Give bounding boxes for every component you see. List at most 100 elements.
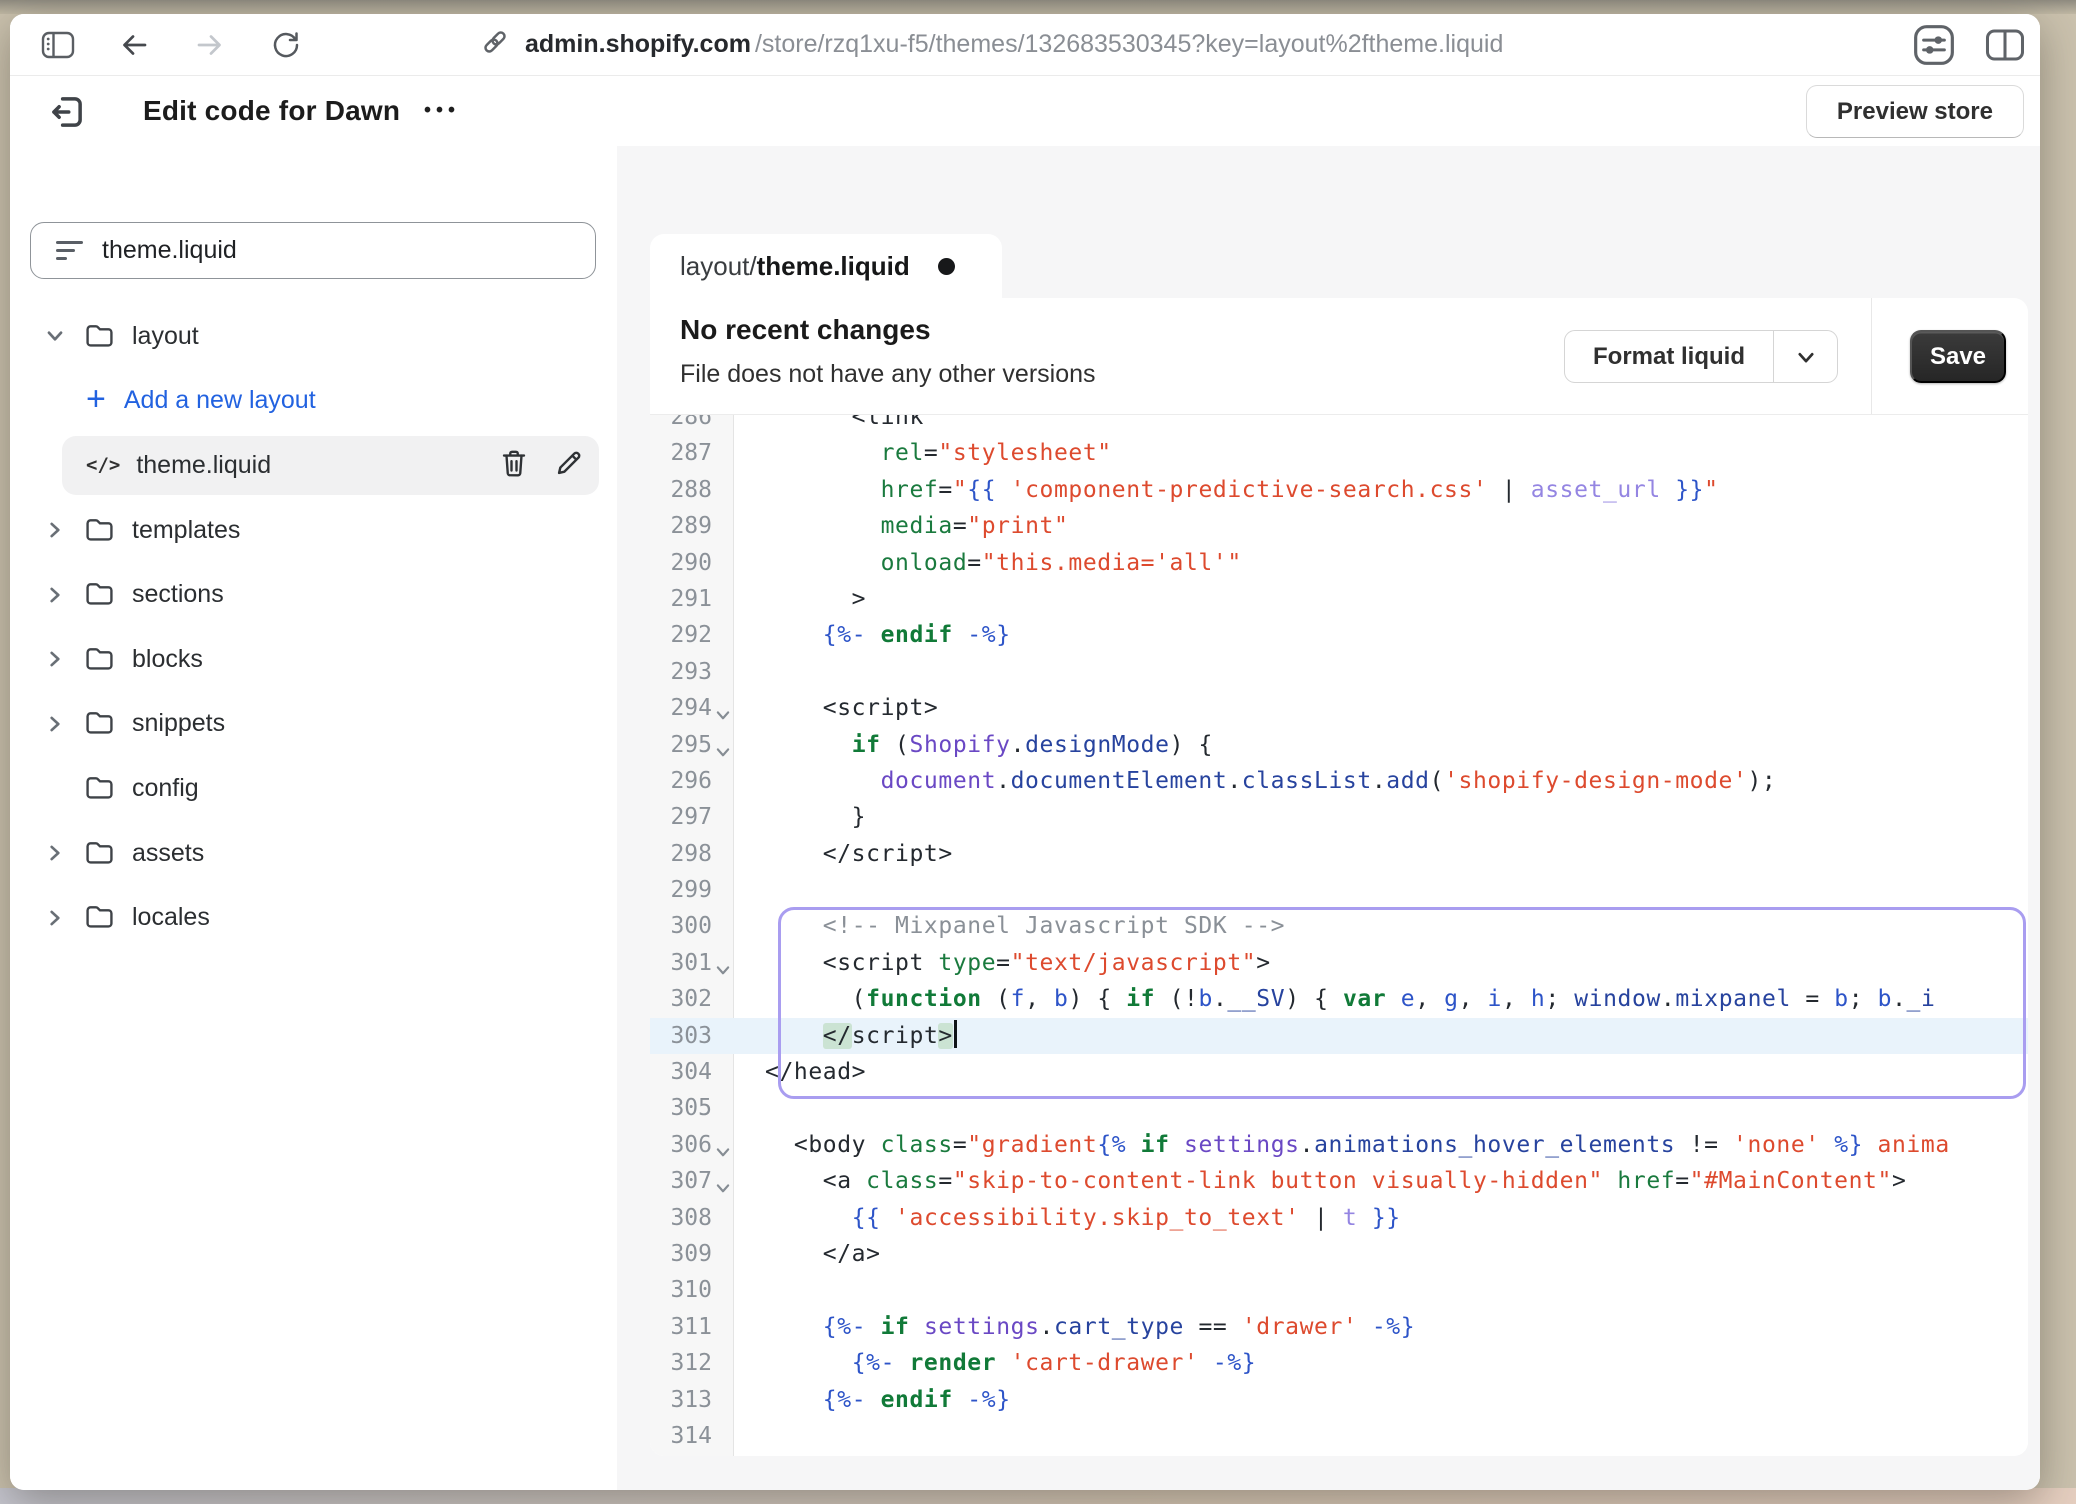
- code-line-286[interactable]: 286 <link: [650, 415, 2028, 435]
- chevron-right-icon[interactable]: [44, 584, 84, 606]
- line-number[interactable]: 310: [650, 1272, 734, 1308]
- code-line-content[interactable]: </script>: [734, 836, 2028, 872]
- line-number[interactable]: 308: [650, 1200, 734, 1236]
- chevron-right-icon[interactable]: [44, 519, 84, 541]
- chevron-down-icon[interactable]: [44, 325, 84, 347]
- line-number[interactable]: 298: [650, 836, 734, 872]
- forward-icon[interactable]: [194, 30, 226, 60]
- code-line-content[interactable]: (function (f, b) { if (!b.__SV) { var e,…: [734, 981, 2028, 1017]
- code-line-content[interactable]: {%- endif -%}: [734, 617, 2028, 653]
- code-line-290[interactable]: 290 onload="this.media='all'": [650, 545, 2028, 581]
- format-liquid-button[interactable]: Format liquid: [1564, 330, 1838, 383]
- line-number[interactable]: 313: [650, 1382, 734, 1418]
- code-line-296[interactable]: 296 document.documentElement.classList.a…: [650, 763, 2028, 799]
- file-search-input[interactable]: theme.liquid: [30, 222, 596, 279]
- chevron-right-icon[interactable]: [44, 648, 84, 670]
- line-number[interactable]: 306: [650, 1127, 734, 1163]
- address-bar[interactable]: admin.shopify.com/store/rzq1xu-f5/themes…: [480, 14, 1503, 75]
- line-number[interactable]: 312: [650, 1345, 734, 1381]
- code-line-content[interactable]: <body class="gradient{% if settings.anim…: [734, 1127, 2028, 1163]
- code-line-content[interactable]: rel="stylesheet": [734, 435, 2028, 471]
- chevron-right-icon[interactable]: [44, 713, 84, 735]
- more-actions-button[interactable]: •••: [424, 100, 460, 123]
- code-line-content[interactable]: [734, 1090, 2028, 1126]
- sidebar-item-snippets[interactable]: snippets: [10, 692, 617, 757]
- code-line-content[interactable]: {%- if settings.cart_type == 'drawer' -%…: [734, 1309, 2028, 1345]
- code-line-content[interactable]: >: [734, 581, 2028, 617]
- code-line-content[interactable]: media="print": [734, 508, 2028, 544]
- line-number[interactable]: 301: [650, 945, 734, 981]
- code-line-content[interactable]: onload="this.media='all'": [734, 545, 2028, 581]
- exit-editor-icon[interactable]: [46, 91, 88, 138]
- code-line-content[interactable]: <script type="text/javascript">: [734, 945, 2028, 981]
- line-number[interactable]: 287: [650, 435, 734, 471]
- line-number[interactable]: 311: [650, 1309, 734, 1345]
- line-number[interactable]: 286: [650, 415, 734, 435]
- code-line-291[interactable]: 291 >: [650, 581, 2028, 617]
- line-number[interactable]: 297: [650, 799, 734, 835]
- code-line-301[interactable]: 301 <script type="text/javascript">: [650, 945, 2028, 981]
- line-number[interactable]: 300: [650, 908, 734, 944]
- code-line-content[interactable]: </a>: [734, 1236, 2028, 1272]
- code-line-300[interactable]: 300 <!-- Mixpanel Javascript SDK -->: [650, 908, 2028, 944]
- code-line-311[interactable]: 311 {%- if settings.cart_type == 'drawer…: [650, 1309, 2028, 1345]
- code-line-content[interactable]: {%- endif -%}: [734, 1382, 2028, 1418]
- code-line-292[interactable]: 292 {%- endif -%}: [650, 617, 2028, 653]
- code-line-content[interactable]: if (Shopify.designMode) {: [734, 727, 2028, 763]
- code-line-310[interactable]: 310: [650, 1272, 2028, 1308]
- sidebar-item-blocks[interactable]: blocks: [10, 627, 617, 692]
- line-number[interactable]: 289: [650, 508, 734, 544]
- code-line-content[interactable]: [734, 654, 2028, 690]
- code-line-305[interactable]: 305: [650, 1090, 2028, 1126]
- chevron-right-icon[interactable]: [44, 907, 84, 929]
- extensions-sliders-icon[interactable]: [1912, 23, 1956, 67]
- code-line-307[interactable]: 307 <a class="skip-to-content-link butto…: [650, 1163, 2028, 1199]
- code-line-288[interactable]: 288 href="{{ 'component-predictive-searc…: [650, 472, 2028, 508]
- sidebar-item-config[interactable]: config: [10, 756, 617, 821]
- pencil-icon[interactable]: [555, 449, 583, 482]
- code-line-287[interactable]: 287 rel="stylesheet": [650, 435, 2028, 471]
- line-number[interactable]: 291: [650, 581, 734, 617]
- sidebar-toggle-icon[interactable]: [40, 29, 76, 61]
- code-line-content[interactable]: </script>: [734, 1018, 2028, 1054]
- sidebar-item-assets[interactable]: assets: [10, 821, 617, 886]
- sidebar-item-templates[interactable]: templates: [10, 498, 617, 563]
- sidebar-item-theme-liquid[interactable]: </>theme.liquid: [10, 433, 617, 498]
- code-line-303[interactable]: 303 </script>: [650, 1018, 2028, 1054]
- save-button[interactable]: Save: [1910, 330, 2006, 383]
- code-line-content[interactable]: {%- render 'cart-drawer' -%}: [734, 1345, 2028, 1381]
- code-line-306[interactable]: 306 <body class="gradient{% if settings.…: [650, 1127, 2028, 1163]
- code-line-299[interactable]: 299: [650, 872, 2028, 908]
- line-number[interactable]: 294: [650, 690, 734, 726]
- code-line-294[interactable]: 294 <script>: [650, 690, 2028, 726]
- line-number[interactable]: 302: [650, 981, 734, 1017]
- code-line-content[interactable]: <a class="skip-to-content-link button vi…: [734, 1163, 2028, 1199]
- line-number[interactable]: 290: [650, 545, 734, 581]
- sidebar-item-locales[interactable]: locales: [10, 885, 617, 950]
- code-line-content[interactable]: document.documentElement.classList.add('…: [734, 763, 2028, 799]
- back-icon[interactable]: [118, 30, 150, 60]
- code-line-312[interactable]: 312 {%- render 'cart-drawer' -%}: [650, 1345, 2028, 1381]
- preview-store-button[interactable]: Preview store: [1806, 85, 2024, 138]
- line-number[interactable]: 309: [650, 1236, 734, 1272]
- code-line-content[interactable]: [734, 872, 2028, 908]
- code-line-298[interactable]: 298 </script>: [650, 836, 2028, 872]
- code-editor[interactable]: 286 <link287 rel="stylesheet"288 href="{…: [650, 415, 2028, 1456]
- code-line-308[interactable]: 308 {{ 'accessibility.skip_to_text' | t …: [650, 1200, 2028, 1236]
- line-number[interactable]: 305: [650, 1090, 734, 1126]
- code-line-314[interactable]: 314: [650, 1418, 2028, 1454]
- line-number[interactable]: 296: [650, 763, 734, 799]
- trash-icon[interactable]: [500, 448, 528, 483]
- line-number[interactable]: 292: [650, 617, 734, 653]
- code-line-295[interactable]: 295 if (Shopify.designMode) {: [650, 727, 2028, 763]
- code-line-309[interactable]: 309 </a>: [650, 1236, 2028, 1272]
- split-view-icon[interactable]: [1984, 27, 2026, 63]
- line-number[interactable]: 314: [650, 1418, 734, 1454]
- code-line-289[interactable]: 289 media="print": [650, 508, 2028, 544]
- sidebar-item-layout[interactable]: layout: [10, 304, 617, 369]
- line-number[interactable]: 299: [650, 872, 734, 908]
- code-line-content[interactable]: href="{{ 'component-predictive-search.cs…: [734, 472, 2028, 508]
- reload-icon[interactable]: [270, 29, 302, 61]
- line-number[interactable]: 293: [650, 654, 734, 690]
- tab-theme-liquid[interactable]: layout/theme.liquid: [650, 234, 1002, 298]
